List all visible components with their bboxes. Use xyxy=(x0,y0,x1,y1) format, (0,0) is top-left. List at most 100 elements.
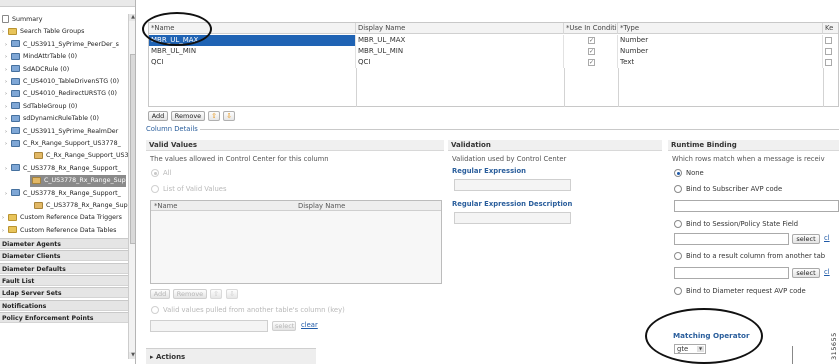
row-type[interactable]: Number xyxy=(618,35,823,46)
tree-toolbar xyxy=(0,0,135,7)
vv-add-button[interactable]: Add xyxy=(150,289,170,299)
tree-item[interactable]: › C_Rx_Range_Support_US3778_ xyxy=(0,138,128,150)
vv-col-display[interactable]: Display Name xyxy=(295,201,443,211)
tree-item-label: MindAttrTable (0) xyxy=(23,53,78,61)
col-header-display-name[interactable]: Display Name xyxy=(356,23,564,34)
tree-item[interactable]: › Search Table Groups xyxy=(0,26,128,38)
regex-input[interactable] xyxy=(454,179,571,191)
table-row[interactable]: MBR_UL_MIN MBR_UL_MIN ✓ Number xyxy=(149,46,838,57)
tree-item[interactable]: › MindAttrTable (0) xyxy=(0,51,128,63)
folder-icon xyxy=(8,213,17,221)
session-select-button[interactable]: select xyxy=(792,234,820,244)
regex-desc-input[interactable] xyxy=(454,212,571,224)
remove-row-button[interactable]: Remove xyxy=(171,111,205,121)
tree-scrollbar[interactable]: ▲ ▼ xyxy=(128,14,135,359)
subscriber-avp-input[interactable] xyxy=(674,200,839,212)
row-type[interactable]: Text xyxy=(618,57,823,68)
add-row-button[interactable]: Add xyxy=(148,111,168,121)
vv-col-name[interactable]: *Name xyxy=(151,201,295,211)
pulled-values-input[interactable] xyxy=(150,320,268,332)
tree-item[interactable]: › C_US4010_RedirectURSTG (0) xyxy=(0,88,128,100)
result-column-input[interactable] xyxy=(674,267,789,279)
tree-item-label: Search Table Groups xyxy=(20,28,85,36)
diameter-avp-radio[interactable] xyxy=(674,287,682,295)
tree-item[interactable]: › C_US3911_SyPrime_RealmDer xyxy=(0,126,128,138)
nav-section[interactable]: Diameter Clients xyxy=(0,250,128,262)
tree-item[interactable]: › SdADCRule (0) xyxy=(0,64,128,76)
tree-item-label: C_US3778_Rx_Range_Supp xyxy=(44,177,126,185)
tree-item[interactable]: › Custom Reference Data Triggers xyxy=(0,212,128,224)
row-display[interactable]: QCI xyxy=(356,57,564,68)
tree-item[interactable]: Summary xyxy=(0,14,128,26)
tree-item[interactable]: C_US3778_Rx_Range_Supp xyxy=(0,200,128,212)
session-field-radio[interactable] xyxy=(674,220,682,228)
tree-item[interactable]: › C_US4010_TableDrivenSTG (0) xyxy=(0,76,128,88)
runtime-desc: Which rows match when a message is recei… xyxy=(672,155,825,163)
session-field-input[interactable] xyxy=(674,233,789,245)
scroll-down-icon[interactable]: ▼ xyxy=(129,352,135,359)
folder-icon xyxy=(8,226,17,234)
actions-header[interactable]: ▸ Actions xyxy=(146,348,316,364)
row-name[interactable]: QCI xyxy=(149,57,356,68)
key-checkbox[interactable] xyxy=(823,57,839,68)
pulled-values-label: Valid values pulled from another table's… xyxy=(163,306,345,314)
col-header-use-in-condition[interactable]: *Use In Conditi xyxy=(564,23,618,34)
row-display[interactable]: MBR_UL_MIN xyxy=(356,46,564,57)
nav-section[interactable]: Fault List xyxy=(0,274,128,286)
nav-section[interactable]: Diameter Defaults xyxy=(0,262,128,274)
subscriber-avp-radio[interactable] xyxy=(674,185,682,193)
tree-item[interactable]: › SdTableGroup (0) xyxy=(0,101,128,113)
list-valid-values-radio[interactable] xyxy=(151,185,159,193)
tree-item[interactable]: C_Rx_Range_Support_US37 xyxy=(0,150,128,162)
column-details-tab[interactable]: Column Details xyxy=(146,125,198,133)
scrollbar-thumb[interactable] xyxy=(130,54,135,244)
tree-item[interactable]: C_US3778_Rx_Range_Supp xyxy=(30,175,126,188)
row-name[interactable]: MBR_UL_MIN xyxy=(149,46,356,57)
scroll-up-icon[interactable]: ▲ xyxy=(129,14,135,21)
move-up-icon[interactable]: ⇧ xyxy=(208,111,220,121)
nav-section[interactable]: Policy Enforcement Points xyxy=(0,311,128,323)
nav-section[interactable]: Ldap Server Sets xyxy=(0,287,128,299)
table-row[interactable]: MBR_UL_MAX MBR_UL_MAX ✓ Number xyxy=(149,35,838,46)
nav-section[interactable]: Diameter Agents xyxy=(0,238,128,249)
table-icon xyxy=(11,40,20,48)
tree-item-label: C_Rx_Range_Support_US3778_ xyxy=(23,140,121,147)
vv-down-icon[interactable]: ⇩ xyxy=(226,289,238,299)
all-radio[interactable] xyxy=(151,169,159,177)
row-display[interactable]: MBR_UL_MAX xyxy=(356,35,564,46)
vv-up-icon[interactable]: ⇧ xyxy=(210,289,222,299)
pulled-values-radio[interactable] xyxy=(151,306,159,314)
pulled-clear-link[interactable]: clear xyxy=(301,321,318,329)
validation-header: Validation xyxy=(448,140,662,151)
tree-item[interactable]: › C_US3778_Rx_Range_Support_ xyxy=(0,163,128,175)
use-checkbox[interactable]: ✓ xyxy=(564,35,618,46)
tree-item-label: SdADCRule (0) xyxy=(23,65,70,73)
result-column-radio[interactable] xyxy=(674,252,682,260)
row-type[interactable]: Number xyxy=(618,46,823,57)
tree-item[interactable]: › Custom Reference Data Tables xyxy=(0,225,128,237)
nav-section[interactable]: Notifications xyxy=(0,299,128,311)
tree-item[interactable]: › C_US3911_SyPrime_PeerDer_s xyxy=(0,39,128,51)
table-icon xyxy=(11,77,20,85)
move-down-icon[interactable]: ⇩ xyxy=(223,111,235,121)
result-clear-link[interactable]: cl xyxy=(824,268,830,276)
pulled-select-button[interactable]: select xyxy=(272,321,296,331)
vv-remove-button[interactable]: Remove xyxy=(173,289,207,299)
result-column-label: Bind to a result column from another tab xyxy=(686,252,826,260)
key-checkbox[interactable] xyxy=(823,46,839,57)
all-label: All xyxy=(163,169,172,177)
table-icon xyxy=(32,176,41,184)
col-divider xyxy=(823,68,824,107)
tree-item[interactable]: › C_US3778_Rx_Range_Support_ xyxy=(0,188,128,200)
none-radio[interactable] xyxy=(674,169,682,177)
session-clear-link[interactable]: cl xyxy=(824,234,830,242)
tree-item[interactable]: › sdDynamicRuleTable (0) xyxy=(0,113,128,125)
col-header-key[interactable]: Ke xyxy=(823,23,839,34)
use-checkbox[interactable]: ✓ xyxy=(564,57,618,68)
key-checkbox[interactable] xyxy=(823,35,839,46)
subscriber-avp-label: Bind to Subscriber AVP code xyxy=(686,185,783,193)
use-checkbox[interactable]: ✓ xyxy=(564,46,618,57)
table-row[interactable]: QCI QCI ✓ Text xyxy=(149,57,838,68)
result-select-button[interactable]: select xyxy=(792,268,820,278)
col-header-type[interactable]: *Type xyxy=(618,23,823,34)
